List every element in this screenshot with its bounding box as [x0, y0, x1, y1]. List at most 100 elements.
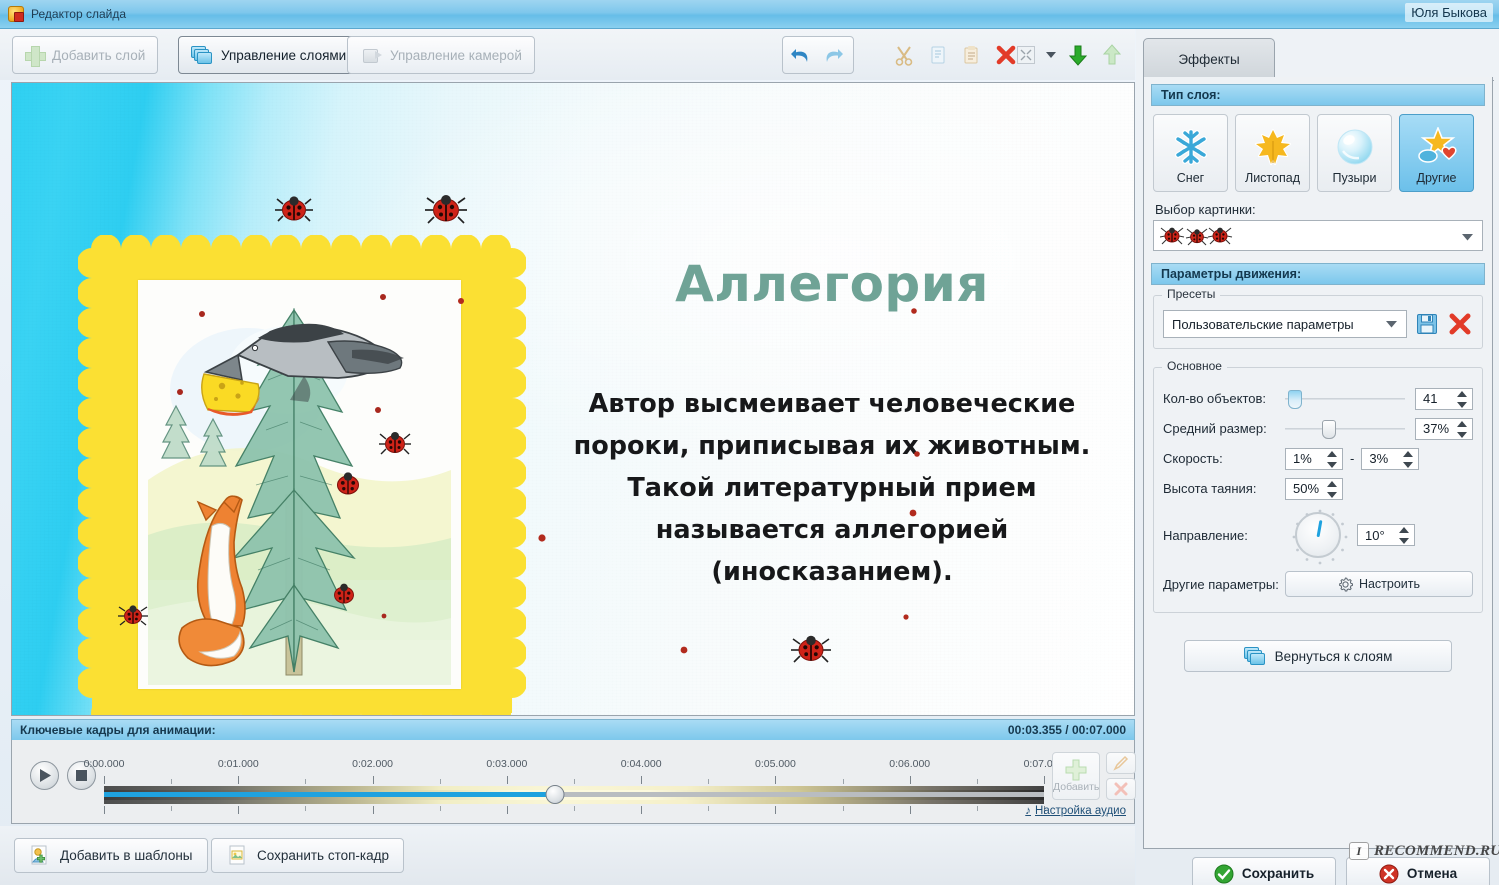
count-slider[interactable]: [1285, 389, 1405, 409]
redo-icon[interactable]: [817, 37, 851, 73]
timeline-subtick: [842, 806, 844, 811]
count-spinner[interactable]: 41: [1415, 387, 1473, 410]
direction-spinner[interactable]: 10°: [1357, 524, 1415, 546]
fit-icon[interactable]: [1009, 37, 1043, 73]
layer-type-others-label: Другие: [1416, 171, 1457, 185]
timeline-progress-remaining: [554, 792, 1044, 797]
maple-leaf-icon: [1254, 128, 1291, 166]
order-group: [1060, 36, 1132, 74]
stop-icon: [76, 770, 87, 781]
back-to-layers-button[interactable]: Вернуться к слоям: [1184, 640, 1452, 672]
spinner-arrows-icon[interactable]: [1457, 390, 1467, 408]
count-row: Кол-во объектов: 41: [1163, 384, 1473, 413]
layer-type-bubbles[interactable]: Пузыри: [1317, 114, 1392, 192]
layer-type-others[interactable]: Другие: [1399, 114, 1474, 192]
ladybug-icon: [118, 605, 148, 626]
ladybug-icon: [275, 196, 313, 222]
picture-select-label: Выбор картинки:: [1155, 202, 1256, 217]
layer-type-snow[interactable]: Снег: [1153, 114, 1228, 192]
timeline-ruler[interactable]: 0:00.000 0:01.000 0:02.000 0:03.000 0:04.000…: [84, 744, 1064, 814]
panel-body: Тип слоя: Снег Листопад Пузыри Другие Вы…: [1143, 77, 1493, 849]
timeline-tick-label: 0:04.000: [620, 758, 662, 770]
save-still-button[interactable]: Сохранить стоп-кадр: [211, 838, 405, 873]
layer-type-leaffall-label: Листопад: [1245, 171, 1300, 185]
chevron-down-icon[interactable]: [1386, 320, 1397, 328]
save-label: Сохранить: [1241, 866, 1315, 881]
timeline-subtick: [439, 806, 441, 811]
add-keyframe-button[interactable]: Добавить: [1052, 752, 1101, 800]
spinner-arrows-icon[interactable]: [1403, 450, 1414, 468]
play-button[interactable]: [30, 761, 59, 790]
chevron-down-icon[interactable]: [1043, 37, 1059, 73]
speed-min-value: 1%: [1293, 451, 1312, 466]
slide-canvas[interactable]: Аллегория Автор высмеивает человеческие …: [11, 82, 1135, 716]
slide-body-text: Автор высмеивает человеческие пороки, пр…: [573, 389, 1091, 587]
timeline-subtick: [708, 806, 710, 811]
ladybug-trio-icon: [1160, 227, 1233, 245]
spinner-arrows-icon[interactable]: [1457, 420, 1467, 438]
copy-icon[interactable]: [921, 37, 955, 73]
direction-dial[interactable]: [1292, 509, 1348, 565]
cut-icon[interactable]: [887, 37, 921, 73]
speed-min-spinner[interactable]: 1%: [1285, 447, 1343, 470]
picture-select-combo[interactable]: [1153, 220, 1483, 251]
add-to-templates-label: Добавить в шаблоны: [60, 848, 193, 863]
size-slider[interactable]: [1285, 419, 1405, 439]
save-still-label: Сохранить стоп-кадр: [257, 848, 390, 863]
timeline-tick-label: 0:01.000: [217, 758, 259, 770]
move-up-icon[interactable]: [1095, 37, 1129, 73]
floppy-save-icon: [1417, 314, 1437, 334]
presets-legend: Пресеты: [1162, 287, 1221, 301]
slide-content: Аллегория Автор высмеивает человеческие …: [12, 83, 1134, 715]
size-row: Средний размер: 37%: [1163, 414, 1473, 443]
audio-settings-link[interactable]: ♪ Настройка аудио: [1025, 805, 1126, 817]
timeline-tick: [909, 776, 911, 784]
speed-max-spinner[interactable]: 3%: [1361, 447, 1420, 470]
size-spinner[interactable]: 37%: [1415, 417, 1473, 440]
timeline-tick-label: 0:05.000: [754, 758, 796, 770]
manage-layers-button[interactable]: Управление слоями: [178, 36, 360, 74]
bottom-bar: Добавить в шаблоны Сохранить стоп-кадр: [0, 826, 1135, 885]
watermark-text: RECOMMEND.RU: [1374, 842, 1499, 859]
delete-keyframe-button[interactable]: [1106, 778, 1137, 800]
history-group: [782, 36, 854, 74]
move-down-icon[interactable]: [1061, 37, 1095, 73]
save-preset-button[interactable]: [1416, 313, 1438, 335]
delete-preset-button[interactable]: [1447, 311, 1473, 337]
timeline-playhead[interactable]: [545, 785, 565, 804]
preset-combo[interactable]: Пользовательские параметры: [1163, 310, 1407, 338]
spinner-arrows-icon[interactable]: [1399, 527, 1409, 544]
count-slider-knob[interactable]: [1287, 389, 1302, 409]
save-button[interactable]: Сохранить: [1192, 857, 1336, 885]
ladybug-icon: [914, 451, 920, 457]
size-slider-knob[interactable]: [1322, 419, 1337, 439]
paste-icon[interactable]: [955, 37, 989, 73]
configure-other-button[interactable]: Настроить: [1285, 571, 1473, 597]
ladybug-icon: [680, 646, 688, 654]
clipboard-group: [886, 36, 1026, 74]
spinner-arrows-icon[interactable]: [1327, 450, 1337, 468]
add-layer-button[interactable]: Добавить слой: [12, 36, 159, 74]
smiley-icon: [8, 6, 24, 22]
back-to-layers-label: Вернуться к слоям: [1274, 648, 1393, 664]
speed-max-value: 3%: [1369, 451, 1389, 466]
manage-camera-button[interactable]: Управление камерой: [347, 36, 535, 74]
panel-tabstrip: Эффекты: [1136, 32, 1499, 81]
undo-icon[interactable]: [783, 37, 817, 73]
layer-type-leaffall[interactable]: Листопад: [1235, 114, 1310, 192]
timeline-track[interactable]: [104, 785, 1044, 804]
melt-row: Высота таяния: 50%: [1163, 474, 1473, 503]
edit-keyframe-button[interactable]: [1106, 752, 1137, 774]
slide-title: Аллегория: [675, 255, 989, 313]
chevron-down-icon[interactable]: [1462, 233, 1473, 241]
add-to-templates-button[interactable]: Добавить в шаблоны: [14, 838, 208, 873]
melt-spinner[interactable]: 50%: [1285, 477, 1343, 500]
timeline-header: Ключевые кадры для анимации: 00:03.355 /…: [11, 719, 1135, 740]
cancel-button[interactable]: Отмена: [1346, 857, 1490, 885]
layer-type-row: Снег Листопад Пузыри Другие: [1153, 114, 1483, 192]
spinner-arrows-icon[interactable]: [1327, 480, 1337, 498]
timeline-subtick: [171, 779, 173, 784]
tab-effects[interactable]: Эффекты: [1143, 38, 1275, 80]
direction-row: Направление: 10°: [1163, 504, 1473, 566]
timeline-tick: [641, 806, 643, 814]
